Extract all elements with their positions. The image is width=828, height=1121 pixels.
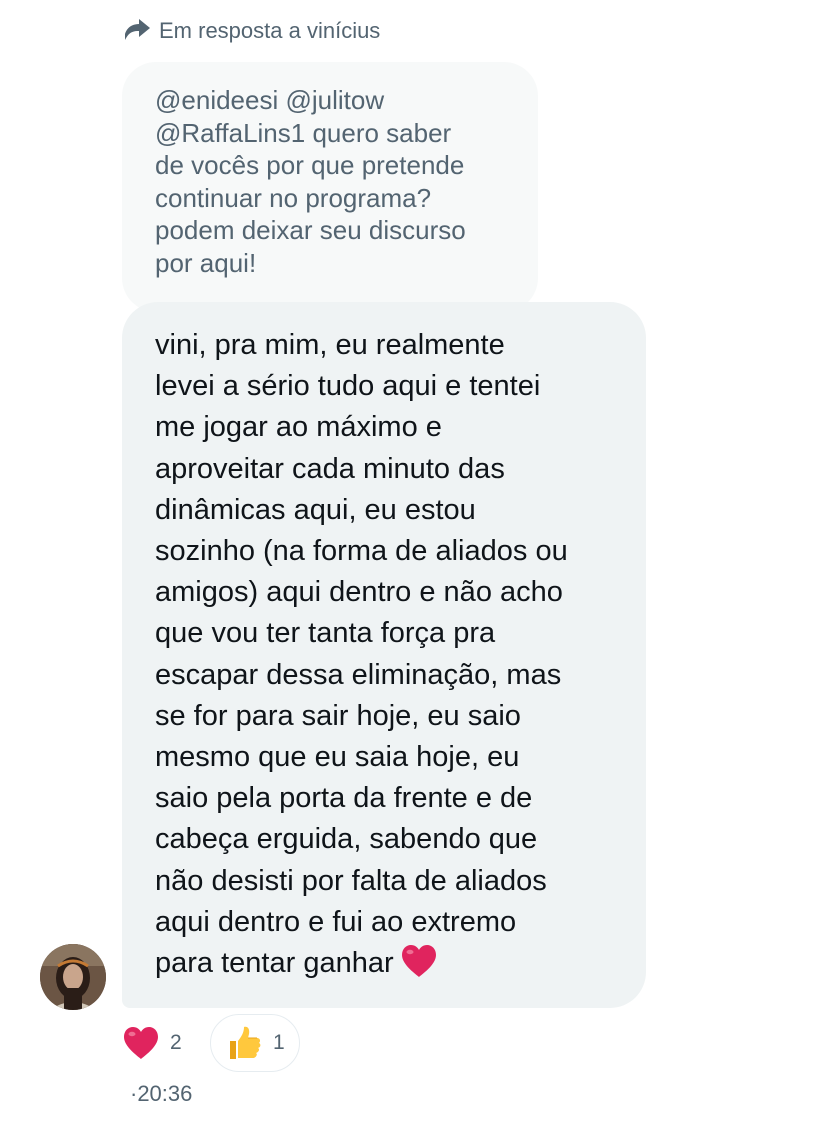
- message-timestamp: ·20:36: [130, 1081, 193, 1106]
- reactions-row: 2 1: [120, 1014, 300, 1072]
- red-heart-icon: [124, 1027, 158, 1059]
- reaction-count: 2: [170, 1031, 182, 1054]
- message-body: vini, pra mim, eu realmente levei a séri…: [155, 329, 568, 980]
- thumbs-up-icon: [230, 1026, 261, 1059]
- reaction-count: 1: [273, 1031, 285, 1054]
- reaction-heart[interactable]: 2: [120, 1024, 202, 1062]
- reply-context-label: Em resposta a vinícius: [159, 18, 381, 43]
- avatar-image: [40, 944, 106, 1010]
- reply-context[interactable]: Em resposta a vinícius: [123, 14, 380, 48]
- red-heart-icon: [401, 945, 436, 978]
- sender-avatar[interactable]: [40, 944, 106, 1010]
- quoted-message-text: @enideesi @julitow @RaffaLins1 quero sab…: [155, 85, 466, 278]
- reply-arrow-icon: [125, 19, 150, 40]
- reaction-thumbs-up[interactable]: 1: [210, 1014, 300, 1072]
- message-text: vini, pra mim, eu realmente levei a séri…: [155, 325, 635, 984]
